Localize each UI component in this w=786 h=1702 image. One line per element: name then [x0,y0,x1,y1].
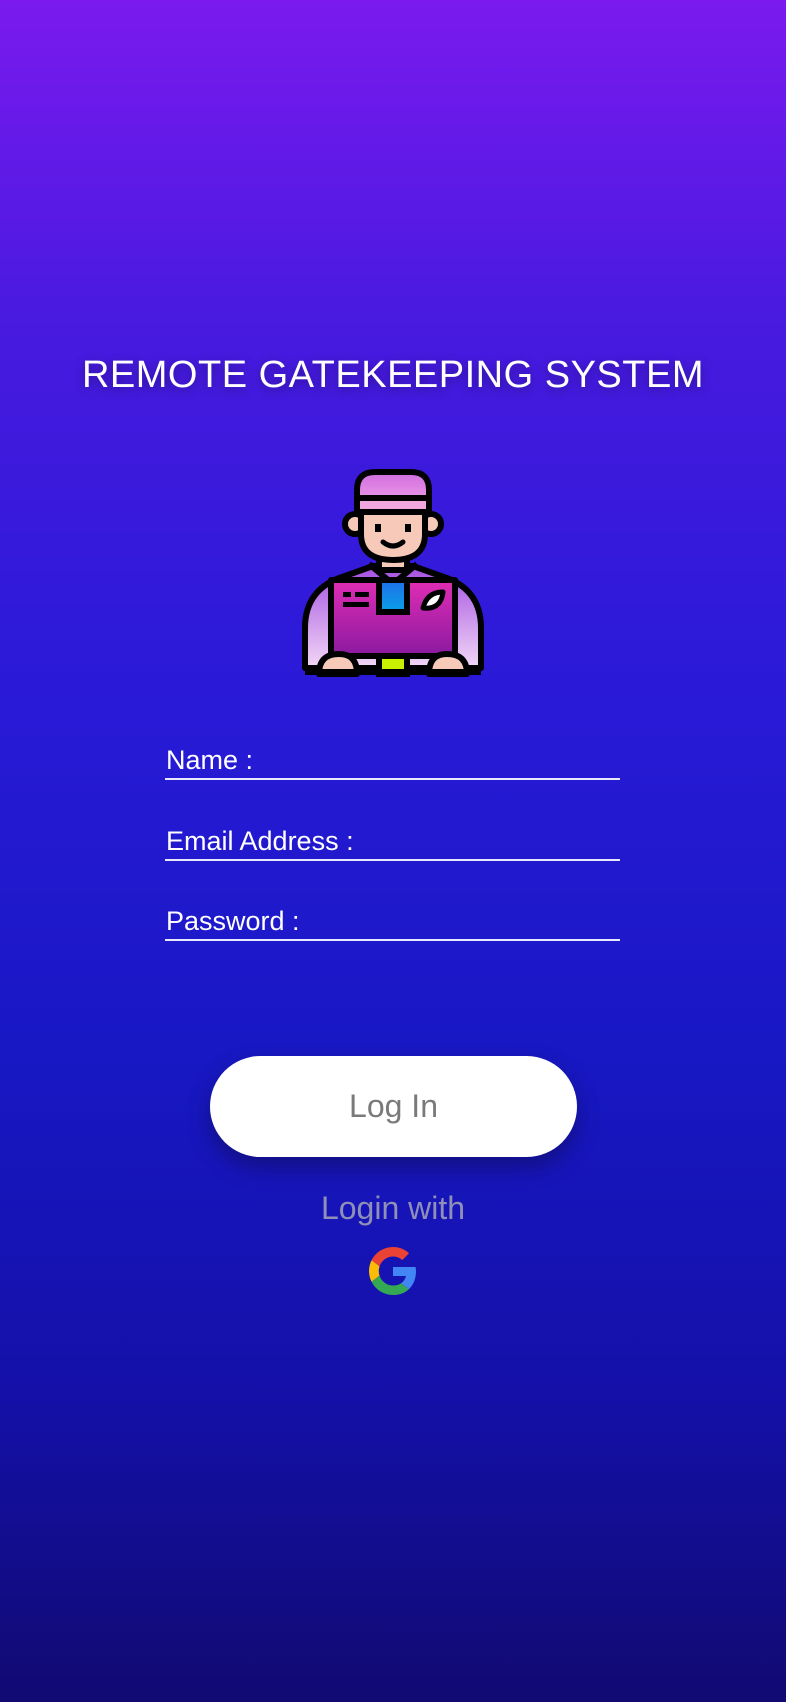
email-input[interactable] [165,817,624,861]
email-field[interactable]: Email Address : [165,817,624,861]
google-icon[interactable] [369,1247,417,1295]
name-input[interactable] [165,736,624,780]
login-with-label: Login with [320,1190,466,1226]
delivery-man-avatar-icon [302,469,484,677]
login-button[interactable]: Log In [210,1056,577,1157]
password-field[interactable]: Password : [165,897,624,941]
name-field[interactable]: Name : [165,736,624,780]
password-input[interactable] [165,897,624,941]
app-title: REMOTE GATEKEEPING SYSTEM [81,354,704,396]
login-screen: REMOTE GATEKEEPING SYSTEM Name: Email A… [0,0,786,1702]
